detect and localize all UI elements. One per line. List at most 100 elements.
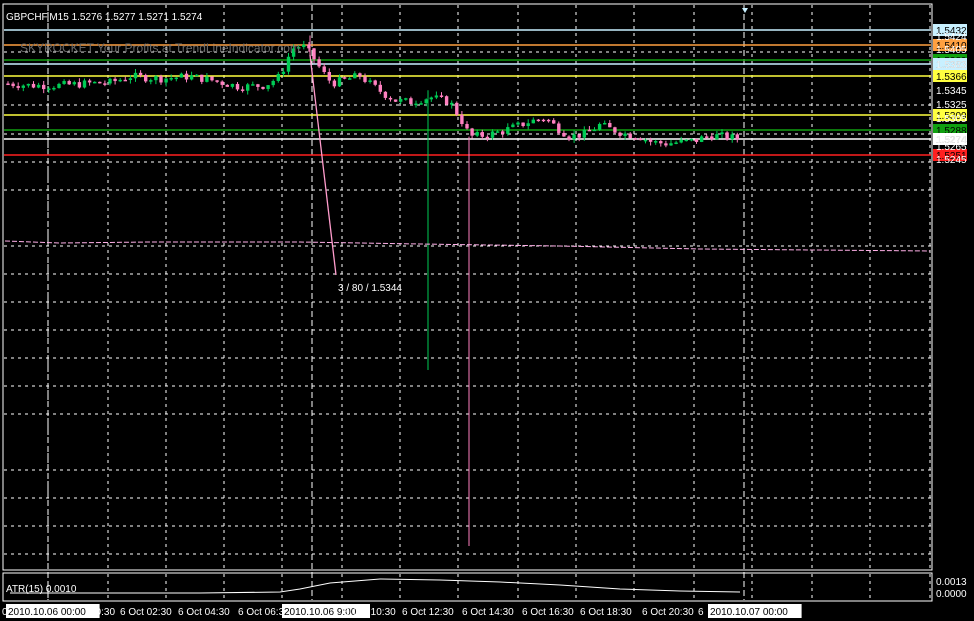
- candle-body: [312, 48, 316, 60]
- candle-body: [388, 97, 393, 100]
- time-axis-label: 2010.10.06 00:00: [8, 607, 86, 618]
- candle-body: [475, 132, 479, 136]
- candle-body: [536, 119, 541, 122]
- candle-body: [664, 143, 668, 146]
- candle-body: [281, 71, 286, 75]
- candle-body: [531, 119, 535, 124]
- candle-body: [133, 72, 138, 79]
- candle-body: [460, 114, 464, 125]
- candle-body: [735, 134, 739, 140]
- price-scale-label: 1.5345: [936, 86, 967, 97]
- candle-body: [495, 131, 500, 133]
- candle-body: [439, 95, 444, 97]
- time-axis-label: 6 Oct 18:30: [580, 607, 632, 618]
- candle-body: [429, 97, 433, 100]
- candle-body: [643, 139, 648, 142]
- candle-body: [149, 80, 153, 82]
- chart-background: [0, 0, 974, 621]
- candle-body: [98, 81, 102, 84]
- candle-body: [597, 123, 602, 130]
- candle-body: [373, 80, 377, 85]
- candle-body: [256, 84, 260, 87]
- candle-body: [455, 102, 459, 115]
- atr-scale-bottom: 0.0000: [936, 589, 967, 600]
- candle-body: [21, 85, 25, 88]
- candle-body: [521, 122, 525, 127]
- candle-body: [26, 83, 31, 86]
- watermark: SKYROCKET Your Profits at TrendLineIndic…: [20, 41, 300, 55]
- candle-body: [541, 119, 546, 122]
- price-scale-label: 1.5405: [936, 45, 967, 56]
- time-axis: 0.12010.10.06 00:0000:306 Oct 02:306 Oct…: [2, 604, 802, 618]
- candle-body: [123, 79, 127, 82]
- candle-body: [261, 86, 265, 89]
- candle-body: [144, 75, 148, 82]
- candle-body: [582, 129, 586, 138]
- candle-body: [710, 136, 714, 140]
- candle-body: [36, 84, 41, 88]
- candle-body: [240, 89, 245, 91]
- candle-body: [404, 98, 408, 100]
- candle-body: [103, 83, 107, 85]
- candle-body: [546, 119, 551, 122]
- candle-body: [6, 83, 10, 86]
- candle-body: [715, 134, 719, 140]
- price-scale-label: 1.5305: [936, 114, 967, 125]
- candle-body: [567, 136, 571, 140]
- level-price-label: 1.5366: [936, 72, 967, 83]
- candle-body: [302, 44, 306, 48]
- time-axis-label: 6 Oct 16:30: [522, 607, 574, 618]
- candle-body: [485, 136, 490, 139]
- candle-body: [235, 83, 240, 90]
- candle-body: [210, 76, 214, 81]
- time-axis-label: 6 Oct 20:30: [642, 607, 694, 618]
- candle-body: [516, 122, 520, 125]
- candle-body: [154, 76, 158, 81]
- candle-body: [317, 59, 321, 67]
- candle-body: [358, 73, 362, 77]
- candle-body: [434, 95, 439, 98]
- candle-body: [205, 76, 209, 82]
- candle-body: [337, 77, 342, 87]
- candle-body: [82, 80, 87, 88]
- candle-body: [353, 73, 357, 79]
- time-axis-label: 6 Oct 02:30: [120, 607, 172, 618]
- price-scale-label: 1.5265: [936, 142, 967, 153]
- candle-body: [271, 80, 275, 86]
- time-axis-label: 6 Oct 12:30: [402, 607, 454, 618]
- candle-body: [42, 84, 46, 90]
- time-axis-label: 2010.10.07 00:00: [710, 607, 788, 618]
- candle-body: [251, 84, 255, 86]
- candle-body: [511, 124, 515, 128]
- candle-body: [225, 84, 229, 87]
- candle-body: [108, 78, 112, 84]
- candle-body: [276, 74, 280, 81]
- candle-body: [444, 96, 449, 105]
- candle-body: [342, 77, 347, 79]
- candle-body: [409, 98, 413, 105]
- candle-body: [266, 85, 270, 89]
- candle-body: [195, 74, 199, 77]
- candle-body: [47, 88, 51, 91]
- chart-canvas[interactable]: GBPCHF,M15 1.5276 1.5277 1.5271 1.5274 S…: [0, 0, 974, 621]
- candle-body: [694, 138, 699, 142]
- candle-body: [587, 129, 592, 132]
- candle-body: [169, 78, 173, 80]
- candle-body: [113, 78, 117, 82]
- candle-body: [705, 136, 709, 138]
- candle-body: [378, 84, 382, 92]
- candle-body: [648, 139, 653, 142]
- price-scale-label: 1.5424: [936, 32, 967, 43]
- candle-body: [200, 74, 204, 82]
- candle-body: [419, 103, 423, 105]
- candle-body: [552, 120, 556, 124]
- candle-body: [674, 142, 678, 144]
- candle-body: [77, 82, 82, 88]
- candle-body: [490, 131, 495, 138]
- candle-body: [16, 86, 20, 88]
- candle-body: [399, 99, 403, 102]
- candle-body: [57, 83, 61, 88]
- candle-body: [659, 141, 663, 144]
- candle-body: [215, 80, 219, 82]
- candle-body: [424, 99, 428, 104]
